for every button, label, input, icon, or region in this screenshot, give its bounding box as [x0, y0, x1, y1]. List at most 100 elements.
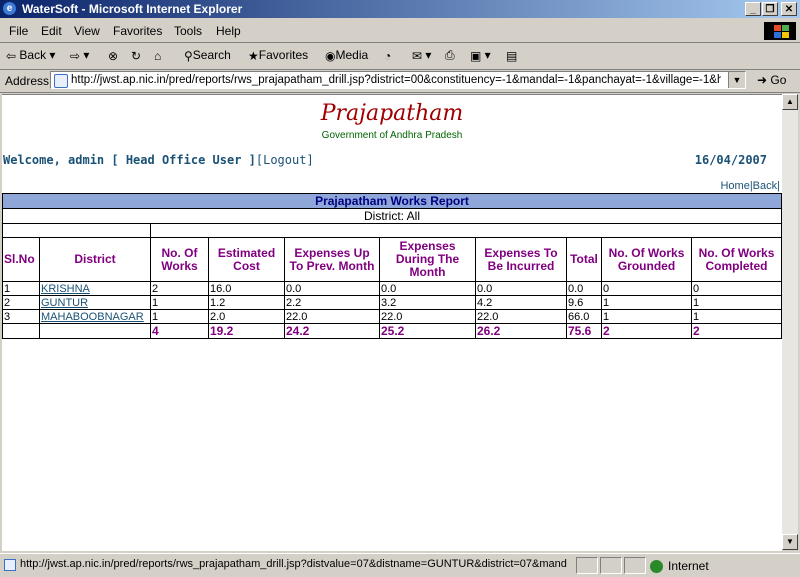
windows-logo-icon: [764, 22, 796, 40]
menu-favorites[interactable]: Favorites: [113, 24, 162, 38]
back-button[interactable]: ⇦ Back ▾: [6, 48, 55, 63]
header-slno: Sl.No: [2, 237, 40, 282]
cell-grounded: 1: [601, 309, 692, 324]
discuss-button[interactable]: ▤: [506, 48, 517, 63]
edit-button[interactable]: ▣ ▾: [470, 48, 491, 63]
toolbar: ⇦ Back ▾ ⇨ ▾ ⊗ ↻ ⌂ ⚲Search ★Favorites ◉M…: [0, 43, 800, 70]
status-bar: http://jwst.ap.nic.in/pred/reports/rws_p…: [0, 553, 800, 577]
forward-button[interactable]: ⇨ ▾: [70, 48, 89, 63]
page-icon: [54, 74, 68, 88]
home-link[interactable]: Home: [720, 180, 749, 192]
address-dropdown-icon[interactable]: ▼: [728, 72, 745, 88]
mail-icon: ✉: [412, 48, 423, 63]
cell-works: 1: [150, 295, 209, 310]
header-completed: No. Of Works Completed: [691, 237, 782, 282]
home-icon: ⌂: [154, 48, 162, 63]
cell-exp-during: 22.0: [379, 309, 476, 324]
stop-icon: ⊗: [108, 48, 119, 63]
status-pane: [576, 557, 598, 574]
home-button[interactable]: ⌂: [154, 48, 161, 63]
refresh-button[interactable]: ↻: [131, 48, 141, 63]
discuss-icon: ▤: [506, 48, 518, 63]
report-title: Prajapatham Works Report: [2, 193, 782, 209]
menu-tools[interactable]: Tools: [174, 24, 202, 38]
vertical-scrollbar[interactable]: ▲ ▼: [782, 94, 798, 550]
cell-slno: 1: [2, 281, 40, 296]
menu-view[interactable]: View: [74, 24, 100, 38]
total-slno: [2, 323, 40, 339]
status-pane: [624, 557, 646, 574]
printer-icon: ⎙: [445, 48, 455, 63]
status-text: http://jwst.ap.nic.in/pred/reports/rws_p…: [20, 558, 567, 570]
welcome-text: Welcome, admin [ Head Office User ][Logo…: [3, 153, 314, 167]
table-row: 3 MAHABOOBNAGAR 1 2.0 22.0 22.0 22.0 66.…: [2, 309, 782, 324]
total-total: 75.6: [566, 323, 602, 339]
total-estimated: 19.2: [208, 323, 285, 339]
search-button[interactable]: ⚲Search: [184, 48, 231, 63]
table-row: 1 KRISHNA 2 16.0 0.0 0.0 0.0 0.0 0 0: [2, 281, 782, 296]
favorites-button[interactable]: ★Favorites: [248, 48, 308, 63]
table-row: 2 GUNTUR 1 1.2 2.2 3.2 4.2 9.6 1 1: [2, 295, 782, 310]
cell-total: 9.6: [566, 295, 602, 310]
totals-row: 4 19.2 24.2 25.2 26.2 75.6 2 2: [2, 323, 782, 339]
logout-link[interactable]: [Logout]: [256, 153, 314, 167]
total-completed: 2: [691, 323, 782, 339]
refresh-icon: ↻: [131, 48, 142, 63]
total-exp-incur: 26.2: [475, 323, 567, 339]
minimize-button[interactable]: _: [745, 2, 761, 16]
edit-icon: ▣: [470, 48, 482, 63]
district-link[interactable]: MAHABOOBNAGAR: [39, 309, 151, 324]
district-link[interactable]: GUNTUR: [39, 295, 151, 310]
mail-button[interactable]: ✉ ▾: [412, 48, 431, 63]
total-exp-prev: 24.2: [284, 323, 380, 339]
header-exp-incur: Expenses To Be Incurred: [475, 237, 567, 282]
menu-edit[interactable]: Edit: [41, 24, 62, 38]
stop-button[interactable]: ⊗: [108, 48, 118, 63]
address-label: Address: [5, 74, 50, 88]
menu-help[interactable]: Help: [216, 24, 241, 38]
header-works: No. Of Works: [150, 237, 209, 282]
cell-exp-prev: 2.2: [284, 295, 380, 310]
cell-slno: 2: [2, 295, 40, 310]
cell-works: 1: [150, 309, 209, 324]
current-date: 16/04/2007: [694, 153, 767, 167]
total-district: [39, 323, 151, 339]
address-input[interactable]: http://jwst.ap.nic.in/pred/reports/rws_p…: [50, 71, 746, 89]
cell-exp-prev: 22.0: [284, 309, 380, 324]
scroll-up-icon[interactable]: ▲: [782, 94, 798, 110]
brand-subtitle: Government of Andhra Pradesh: [321, 130, 463, 141]
header-district: District: [39, 237, 151, 282]
favorites-icon: ★: [248, 48, 259, 63]
header-estimated: Estimated Cost: [208, 237, 285, 282]
header-exp-during: Expenses During The Month: [379, 237, 476, 282]
cell-works: 2: [150, 281, 209, 296]
menu-file[interactable]: File: [9, 24, 28, 38]
cell-exp-incur: 4.2: [475, 295, 567, 310]
scroll-down-icon[interactable]: ▼: [782, 534, 798, 550]
cell-total: 0.0: [566, 281, 602, 296]
cell-grounded: 1: [601, 295, 692, 310]
window-title: WaterSoft - Microsoft Internet Explorer: [22, 2, 243, 16]
globe-icon: [650, 560, 663, 574]
district-link[interactable]: KRISHNA: [39, 281, 151, 296]
back-arrow-icon: ⇦: [6, 48, 17, 63]
history-icon: ◔: [384, 48, 392, 63]
title-bar: e WaterSoft - Microsoft Internet Explore…: [0, 0, 800, 18]
cell-completed: 1: [691, 295, 782, 310]
address-url[interactable]: http://jwst.ap.nic.in/pred/reports/rws_p…: [71, 74, 721, 86]
cell-estimated: 16.0: [208, 281, 285, 296]
header-total: Total: [566, 237, 602, 282]
history-button[interactable]: ◔: [384, 48, 391, 63]
menu-bar: File Edit View Favorites Tools Help: [0, 20, 800, 43]
cell-estimated: 1.2: [208, 295, 285, 310]
ie-logo-icon: e: [3, 2, 16, 15]
restore-button[interactable]: ❐: [762, 2, 778, 16]
media-button[interactable]: ◉Media: [325, 48, 368, 63]
page-viewport: Prajapatham Government of Andhra Pradesh…: [2, 94, 782, 551]
go-button[interactable]: ➜ Go: [757, 73, 786, 87]
total-exp-during: 25.2: [379, 323, 476, 339]
total-grounded: 2: [601, 323, 692, 339]
print-button[interactable]: ⎙: [445, 48, 455, 63]
back-link[interactable]: Back: [753, 180, 777, 192]
close-button[interactable]: ✕: [781, 2, 797, 16]
